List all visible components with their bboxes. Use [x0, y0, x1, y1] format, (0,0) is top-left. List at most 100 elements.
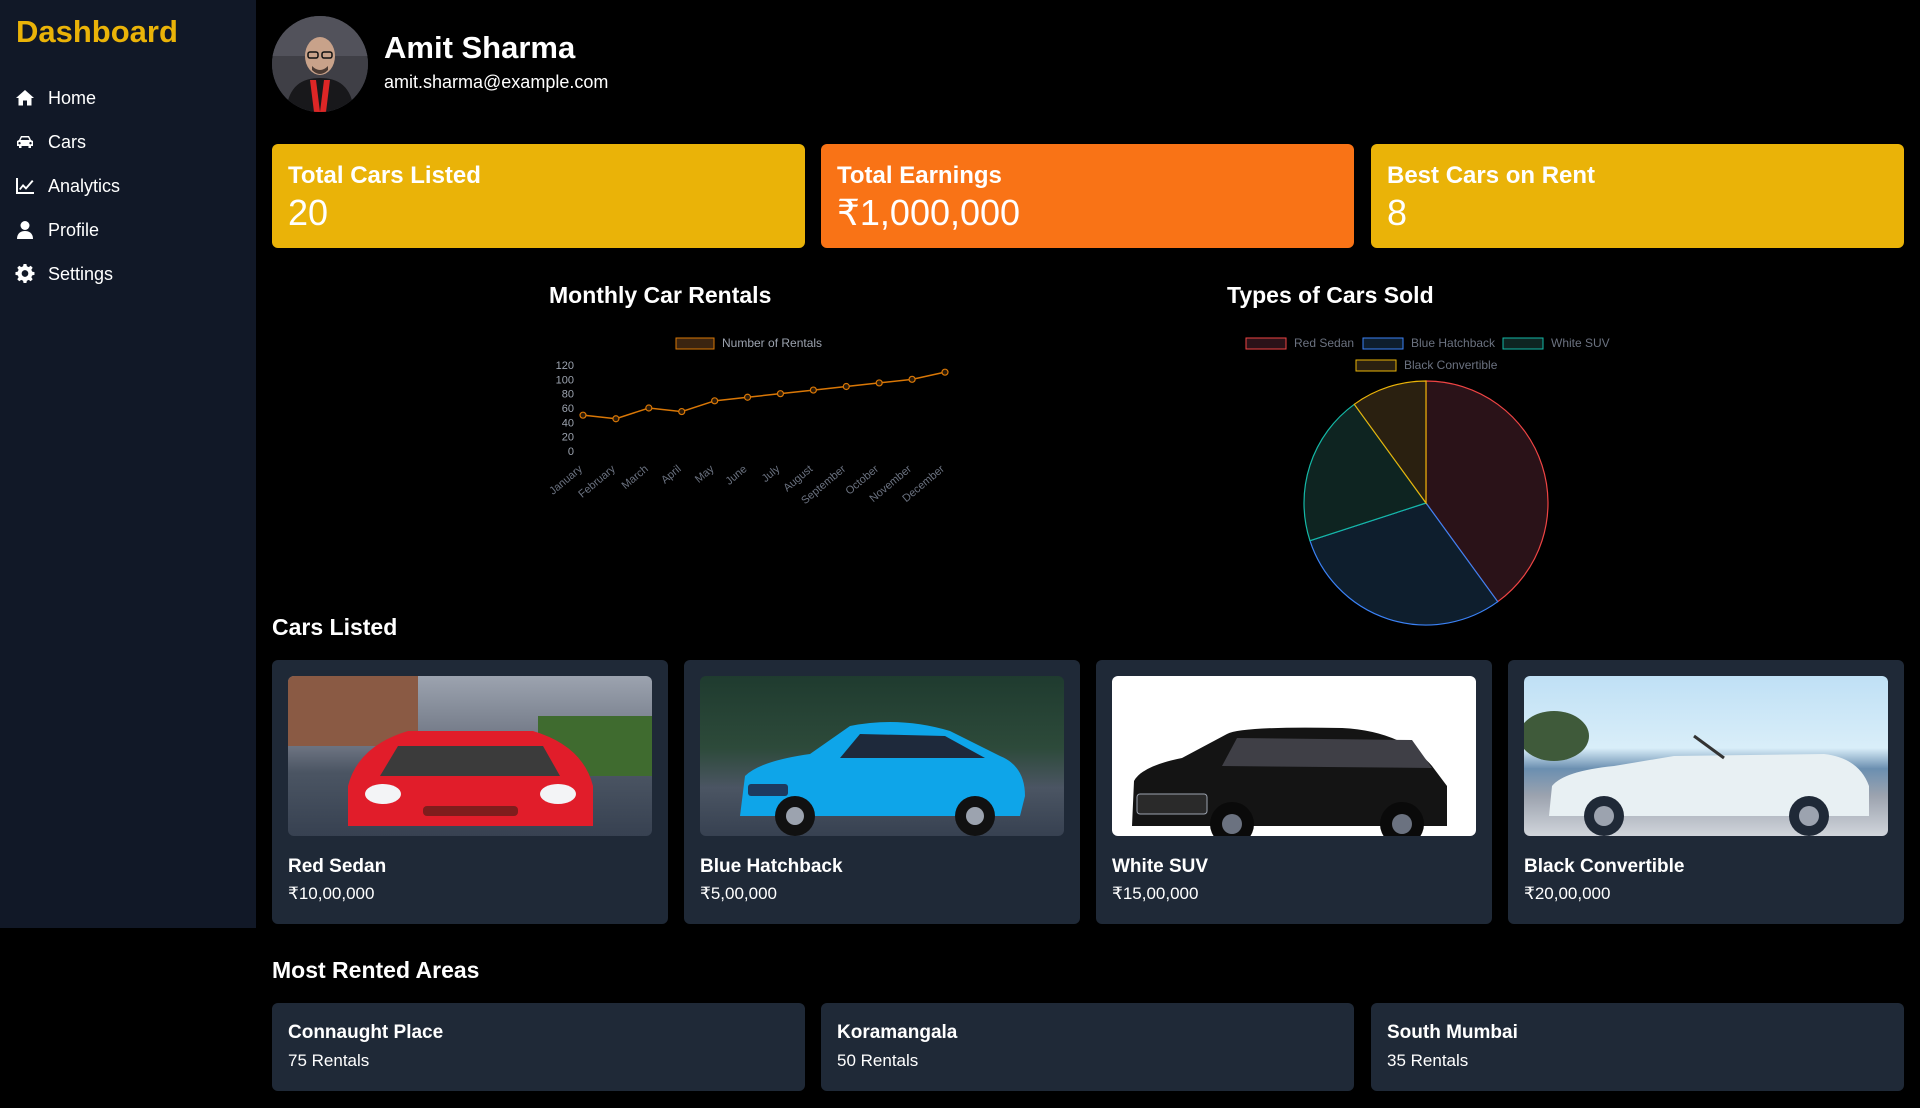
data-point: [776, 390, 785, 398]
data-point: [711, 397, 719, 405]
data-point: [941, 368, 949, 376]
data-point: [678, 407, 686, 416]
legend-label: Blue Hatchback: [1411, 336, 1496, 350]
sidebar-nav: Home Cars Analytics Profile Settings: [0, 76, 256, 296]
car-image: [288, 676, 652, 836]
car-card[interactable]: Red Sedan ₹10,00,000: [272, 660, 668, 924]
sidebar-item-cars[interactable]: Cars: [0, 120, 256, 164]
legend-swatch: [1355, 359, 1397, 372]
series-line: [582, 371, 946, 420]
car-name: Blue Hatchback: [700, 856, 843, 877]
area-card: Koramangala 50 Rentals: [821, 1003, 1354, 1091]
data-point: [908, 375, 916, 383]
sidebar-item-label: Home: [48, 87, 97, 108]
legend-label: Red Sedan: [1294, 336, 1354, 350]
user-email: amit.sharma@example.com: [384, 72, 609, 92]
y-tick-label: 0: [568, 446, 574, 458]
car-name: Black Convertible: [1524, 856, 1685, 877]
car-card[interactable]: Black Convertible ₹20,00,000: [1508, 660, 1904, 924]
car-name: Red Sedan: [288, 856, 387, 877]
car-price: ₹10,00,000: [288, 884, 375, 903]
car-name: White SUV: [1112, 856, 1209, 877]
legend-swatch: [1362, 337, 1404, 350]
data-point: [645, 404, 653, 412]
car-price: ₹5,00,000: [700, 884, 777, 903]
y-tick-label: 120: [556, 360, 574, 372]
car-image: [1524, 676, 1888, 836]
car-price: ₹15,00,000: [1112, 884, 1199, 903]
area-count: 75 Rentals: [288, 1051, 370, 1070]
sidebar-item-label: Analytics: [48, 175, 121, 196]
area-name: South Mumbai: [1387, 1022, 1518, 1043]
sidebar-item-label: Profile: [48, 219, 100, 240]
y-tick-label: 60: [562, 403, 574, 415]
stat-value: ₹1,000,000: [837, 192, 1021, 233]
avatar: [272, 16, 368, 112]
y-tick-label: 80: [562, 389, 574, 401]
blue-car-illustration: [740, 722, 1025, 836]
stat-value: 8: [1387, 192, 1408, 233]
car-card[interactable]: Blue Hatchback ₹5,00,000: [684, 660, 1080, 924]
cars-section-title: Cars Listed: [272, 614, 398, 640]
stat-value: 20: [288, 192, 329, 233]
pie-chart: Red Sedan Blue Hatchback White SUV Black Co…: [1245, 336, 1610, 626]
sidebar-item-label: Cars: [48, 131, 87, 152]
home-icon: [16, 90, 34, 106]
areas-section-title: Most Rented Areas: [272, 957, 480, 983]
sidebar-item-home[interactable]: Home: [0, 76, 256, 120]
line-chart-title: Monthly Car Rentals: [549, 282, 772, 308]
area-card: Connaught Place 75 Rentals: [272, 1003, 805, 1091]
area-card: South Mumbai 35 Rentals: [1371, 1003, 1904, 1091]
sidebar-item-settings[interactable]: Settings: [0, 252, 256, 296]
legend-swatch: [1245, 337, 1287, 350]
stat-label: Best Cars on Rent: [1387, 162, 1596, 189]
suv-car-illustration: [1132, 727, 1447, 836]
data-point: [809, 386, 817, 394]
area-count: 50 Rentals: [837, 1051, 919, 1070]
user-name: Amit Sharma: [384, 30, 576, 65]
data-point: [612, 415, 620, 423]
gear-icon: [15, 264, 35, 283]
area-name: Koramangala: [837, 1022, 958, 1043]
sidebar-item-analytics[interactable]: Analytics: [0, 164, 256, 208]
legend-swatch: [1502, 337, 1544, 350]
chart-line-icon: [16, 178, 34, 194]
convertible-car-illustration: [1524, 711, 1869, 836]
user-icon: [17, 221, 33, 239]
x-tick-label: April: [659, 463, 684, 486]
x-tick-label: March: [620, 463, 651, 492]
sidebar-item-label: Settings: [48, 263, 114, 284]
legend-label: Number of Rentals: [722, 336, 822, 350]
x-tick-label: February: [576, 463, 618, 501]
stat-card-best-cars: Best Cars on Rent 8: [1371, 144, 1904, 248]
data-point: [743, 393, 752, 401]
line-chart: Number of Rentals020406080100120JanuaryF…: [547, 336, 949, 507]
legend-label: White SUV: [1551, 336, 1610, 350]
stat-card-total-cars: Total Cars Listed 20: [272, 144, 805, 248]
stat-label: Total Earnings: [837, 162, 1002, 189]
sidebar-item-profile[interactable]: Profile: [0, 208, 256, 252]
red-car-illustration: [288, 676, 652, 826]
brand-title: Dashboard: [16, 14, 178, 49]
stat-card-total-earnings: Total Earnings ₹1,000,000: [821, 144, 1354, 248]
car-image: [700, 676, 1064, 836]
data-point: [875, 379, 883, 387]
y-tick-label: 100: [556, 374, 574, 386]
stat-label: Total Cars Listed: [288, 162, 481, 189]
car-card[interactable]: White SUV ₹15,00,000: [1096, 660, 1492, 924]
legend-label: Black Convertible: [1404, 358, 1498, 372]
car-price: ₹20,00,000: [1524, 884, 1611, 903]
data-point: [842, 382, 850, 391]
data-point: [579, 411, 587, 419]
pie-chart-title: Types of Cars Sold: [1227, 282, 1434, 308]
legend-swatch: [675, 337, 715, 350]
x-tick-label: July: [760, 463, 783, 485]
y-tick-label: 20: [562, 432, 574, 444]
avatar-image: [272, 16, 368, 112]
y-tick-label: 40: [562, 417, 574, 429]
car-icon: [17, 136, 33, 148]
x-tick-label: June: [723, 463, 749, 488]
area-name: Connaught Place: [288, 1022, 444, 1043]
area-count: 35 Rentals: [1387, 1051, 1469, 1070]
sidebar: Dashboard Home Cars Analytics Profile Se…: [0, 0, 256, 928]
